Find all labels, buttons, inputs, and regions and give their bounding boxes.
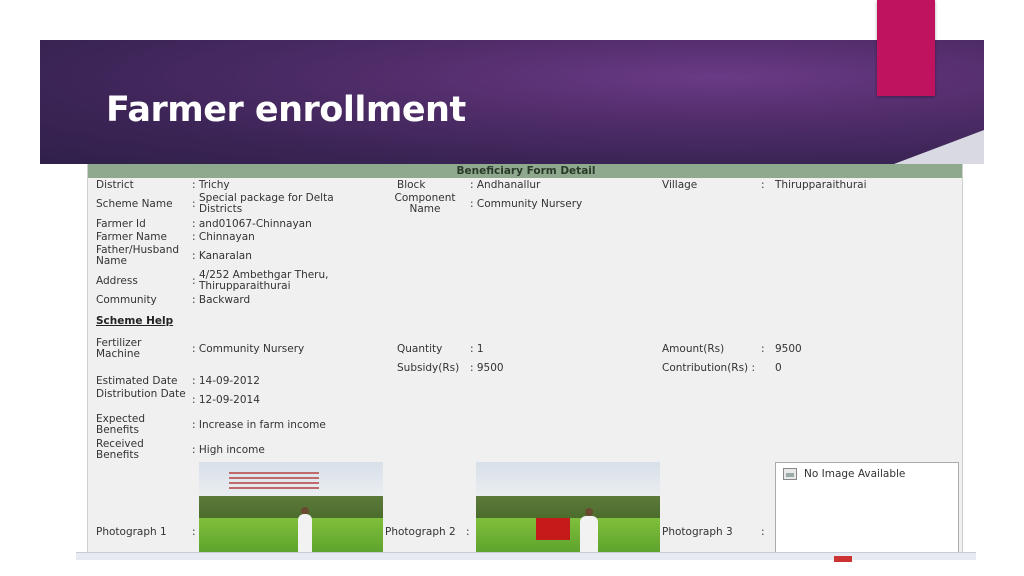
- expected-benefits-value: : Increase in farm income: [192, 419, 326, 431]
- photograph-2-colon: :: [466, 526, 470, 538]
- taskbar-app-icon[interactable]: [834, 556, 852, 562]
- village-value: Thirupparaithurai: [775, 179, 867, 191]
- photo-sign: [536, 518, 570, 540]
- village-colon: :: [761, 179, 765, 191]
- block-value: : Andhanallur: [470, 179, 541, 191]
- amount-value: 9500: [775, 343, 802, 355]
- beneficiary-form-panel: Beneficiary Form Detail District : Trich…: [87, 164, 963, 556]
- received-benefits-value: : High income: [192, 444, 265, 456]
- district-label: District: [96, 179, 134, 191]
- farmer-id-label: Farmer Id: [96, 218, 146, 230]
- received-benefits-label: Received Benefits: [96, 438, 144, 461]
- fertilizer-machine-label: Fertilizer Machine: [96, 337, 142, 360]
- photograph-3-placeholder: No Image Available: [775, 462, 959, 556]
- photo-person: [580, 516, 598, 556]
- contribution-value: 0: [775, 362, 782, 374]
- photo-person-head: [585, 508, 593, 516]
- father-husband-name-value: : Kanaralan: [192, 250, 252, 262]
- address-colon: :: [192, 275, 196, 287]
- scheme-help-link[interactable]: Scheme Help: [96, 316, 173, 327]
- photograph-1-colon: :: [192, 526, 196, 538]
- photo-field: [199, 518, 383, 556]
- amount-colon: :: [761, 343, 765, 355]
- quantity-label: Quantity: [397, 343, 443, 355]
- photo-banner: [229, 472, 319, 490]
- photograph-2-image[interactable]: [476, 462, 660, 556]
- banner-corner-wedge: [894, 130, 984, 164]
- father-husband-name-label: Father/Husband Name: [96, 244, 180, 267]
- accent-tab: [877, 0, 935, 96]
- contribution-label: Contribution(Rs) :: [662, 362, 756, 374]
- district-value: : Trichy: [192, 179, 230, 191]
- photograph-3-colon: :: [761, 526, 765, 538]
- photograph-3-label: Photograph 3: [662, 526, 733, 538]
- scheme-name-colon: :: [192, 198, 196, 210]
- photo-trees: [476, 495, 660, 521]
- farmer-name-value: : Chinnayan: [192, 231, 255, 243]
- scheme-name-value: Special package for Delta Districts: [199, 192, 334, 215]
- component-name-label: Component Name: [394, 192, 456, 215]
- amount-label: Amount(Rs): [662, 343, 725, 355]
- slide-title: Farmer enrollment: [106, 90, 466, 130]
- community-value: : Backward: [192, 294, 251, 306]
- expected-benefits-label: Expected Benefits: [96, 413, 145, 436]
- scheme-name-label: Scheme Name: [96, 198, 173, 210]
- subsidy-value: : 9500: [470, 362, 504, 374]
- quantity-value: : 1: [470, 343, 484, 355]
- distribution-date-value: : 12-09-2014: [192, 394, 260, 406]
- block-label: Block: [397, 179, 426, 191]
- broken-image-icon: [783, 468, 797, 480]
- photo-person: [298, 514, 312, 554]
- village-label: Village: [662, 179, 698, 191]
- estimated-date-label: Estimated Date: [96, 375, 178, 387]
- photo-trees: [199, 495, 383, 521]
- fertilizer-machine-value: : Community Nursery: [192, 343, 305, 355]
- community-label: Community: [96, 294, 157, 306]
- farmer-id-value: : and01067-Chinnayan: [192, 218, 312, 230]
- distribution-date-label: Distribution Date: [96, 388, 186, 400]
- no-image-text: No Image Available: [804, 468, 906, 480]
- photograph-1-label: Photograph 1: [96, 526, 167, 538]
- subsidy-label: Subsidy(Rs): [397, 362, 460, 374]
- component-name-value: : Community Nursery: [470, 198, 583, 210]
- address-value: 4/252 Ambethgar Theru, Thirupparaithurai: [199, 269, 329, 292]
- estimated-date-value: : 14-09-2012: [192, 375, 260, 387]
- photograph-1-image[interactable]: [199, 462, 383, 556]
- form-header: Beneficiary Form Detail: [88, 164, 962, 178]
- address-label: Address: [96, 275, 138, 287]
- photograph-2-label: Photograph 2: [385, 526, 456, 538]
- farmer-name-label: Farmer Name: [96, 231, 167, 243]
